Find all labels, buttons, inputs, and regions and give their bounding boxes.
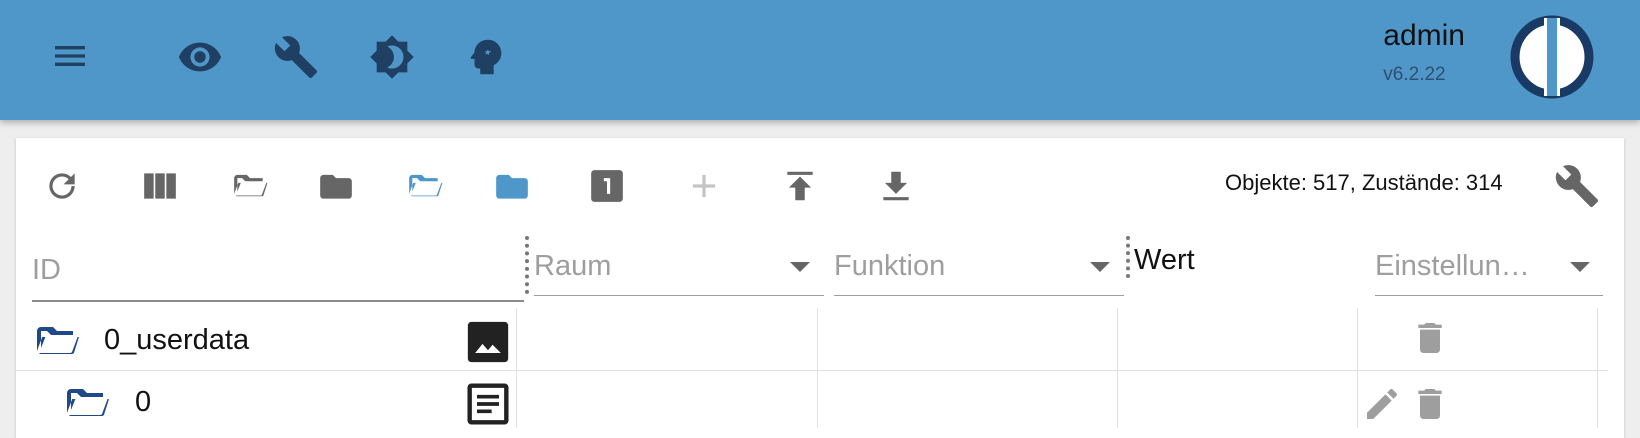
settings-filter-underline xyxy=(1375,295,1603,296)
delete-icon[interactable] xyxy=(1410,382,1450,426)
grid-line xyxy=(817,308,818,428)
download-icon[interactable] xyxy=(876,166,916,206)
eye-icon[interactable] xyxy=(176,34,224,80)
brightness-icon[interactable] xyxy=(368,33,416,81)
object-stats: Objekte: 517, Zustände: 314 xyxy=(1225,170,1503,195)
folder-open-blue-icon[interactable] xyxy=(405,166,445,206)
settings-wrench-icon[interactable] xyxy=(1553,162,1601,210)
settings-filter-select[interactable]: Einstellun… xyxy=(1375,250,1530,283)
room-filter-select[interactable]: Raum xyxy=(534,250,611,283)
function-filter-select[interactable]: Funktion xyxy=(834,250,945,283)
number-one-icon[interactable] xyxy=(587,166,627,206)
folder-open-icon[interactable] xyxy=(60,380,114,426)
function-filter-underline xyxy=(834,295,1124,296)
app-header: admin v6.2.22 xyxy=(0,0,1640,120)
folder-open-icon[interactable] xyxy=(30,318,84,364)
id-filter-input[interactable]: ID xyxy=(32,254,61,287)
edit-icon[interactable] xyxy=(1362,384,1402,424)
head-expert-icon[interactable] xyxy=(462,33,510,81)
username: admin xyxy=(1383,19,1465,52)
image-icon[interactable] xyxy=(466,320,510,364)
object-name[interactable]: 0_userdata xyxy=(104,324,249,357)
row-divider xyxy=(16,370,1608,371)
iobroker-logo[interactable] xyxy=(1510,15,1594,99)
grid-line xyxy=(1357,308,1358,428)
menu-icon[interactable] xyxy=(50,36,90,76)
room-filter-underline xyxy=(534,295,824,296)
value-column-header: Wert xyxy=(1134,244,1195,276)
document-icon[interactable] xyxy=(466,382,510,426)
function-dropdown-icon[interactable] xyxy=(1090,262,1110,272)
id-filter-underline xyxy=(32,300,524,302)
grid-line xyxy=(516,308,517,428)
add-icon[interactable] xyxy=(684,166,724,206)
wrench-icon[interactable] xyxy=(272,33,320,81)
refresh-icon[interactable] xyxy=(42,166,82,206)
upload-icon[interactable] xyxy=(780,166,820,206)
folder-open-icon[interactable] xyxy=(230,166,270,206)
column-resizer[interactable] xyxy=(525,236,529,294)
columns-icon[interactable] xyxy=(140,166,180,206)
folder-closed-icon[interactable] xyxy=(316,166,356,206)
folder-blue-icon[interactable] xyxy=(492,166,532,206)
grid-line xyxy=(1117,308,1118,428)
room-dropdown-icon[interactable] xyxy=(790,262,810,272)
object-name[interactable]: 0 xyxy=(135,386,151,419)
delete-icon[interactable] xyxy=(1410,316,1450,360)
grid-line xyxy=(1597,308,1598,428)
user-info: admin v6.2.22 xyxy=(1383,18,1465,86)
column-resizer[interactable] xyxy=(1126,236,1130,278)
version-label: v6.2.22 xyxy=(1383,64,1446,85)
settings-dropdown-icon[interactable] xyxy=(1570,262,1590,272)
